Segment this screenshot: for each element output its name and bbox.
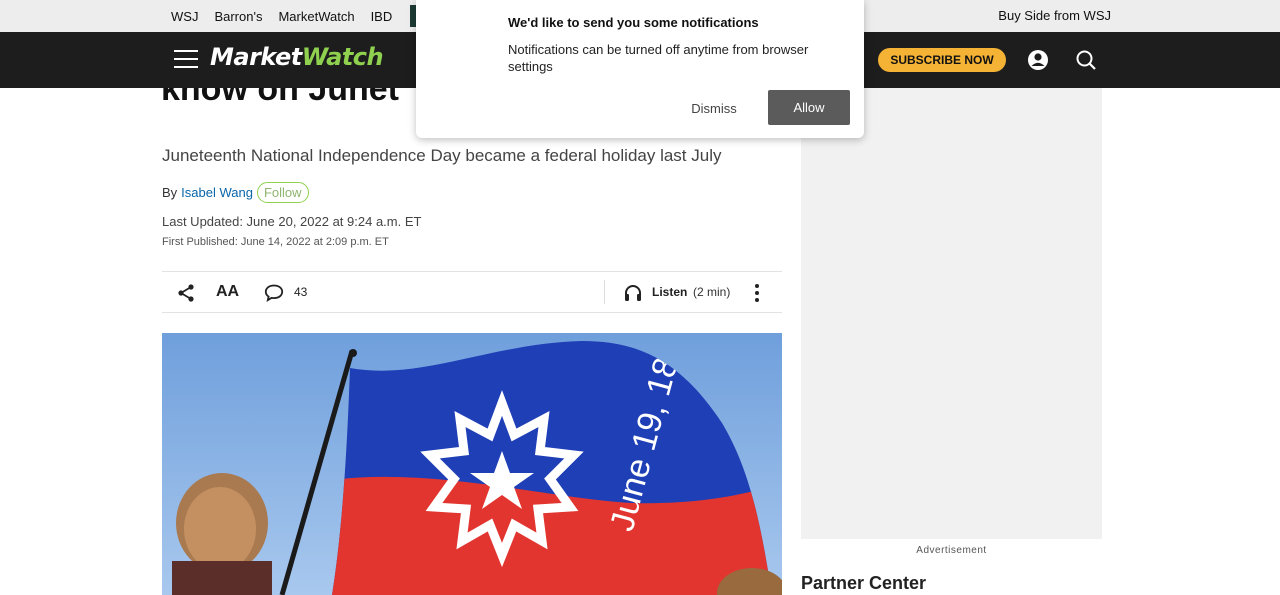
article-dek: Juneteenth National Independence Day bec… (162, 146, 722, 165)
author-link[interactable]: Isabel Wang (181, 185, 253, 200)
logo-watch: Watch (301, 43, 384, 71)
comment-count[interactable]: 43 (294, 285, 307, 299)
dismiss-button[interactable]: Dismiss (678, 91, 750, 125)
listen-duration: (2 min) (693, 285, 731, 299)
first-published-timestamp: First Published: June 14, 2022 at 2:09 p… (162, 236, 389, 248)
network-link-wsj[interactable]: WSJ (171, 9, 198, 24)
more-options-icon[interactable] (753, 283, 761, 303)
font-size-button[interactable]: AA (216, 283, 239, 301)
notification-prompt: We'd like to send you some notifications… (416, 0, 864, 138)
comment-icon[interactable] (264, 283, 284, 303)
partner-center-heading: Partner Center (801, 573, 927, 593)
notification-body: Notifications can be turned off anytime … (508, 42, 809, 74)
menu-icon[interactable] (174, 50, 198, 70)
logo-market: Market (210, 43, 302, 71)
allow-button[interactable]: Allow (768, 90, 850, 125)
last-updated-timestamp: Last Updated: June 20, 2022 at 9:24 a.m.… (162, 214, 422, 229)
network-link-ibd[interactable]: IBD (371, 9, 393, 24)
subscribe-button[interactable]: SUBSCRIBE NOW (878, 48, 1006, 72)
network-link-marketwatch[interactable]: MarketWatch (278, 9, 354, 24)
user-account-icon[interactable] (1027, 49, 1049, 71)
network-link-buy-side[interactable]: Buy Side from WSJ (998, 8, 1111, 23)
byline-prefix: By (162, 185, 178, 200)
headphones-icon[interactable] (623, 283, 643, 303)
network-link-barrons[interactable]: Barron's (214, 9, 262, 24)
toolbar-divider (604, 280, 605, 304)
follow-button[interactable]: Follow (256, 182, 309, 203)
juneteenth-flag-photo: June 19, 186 (162, 333, 782, 595)
marketwatch-logo[interactable]: MarketWatch (210, 43, 384, 71)
notification-title: We'd like to send you some notifications (508, 15, 759, 30)
share-icon[interactable] (176, 283, 196, 303)
advertisement-slot[interactable] (801, 88, 1102, 539)
search-icon[interactable] (1075, 49, 1097, 71)
article-toolbar: AA 43 Listen (2 min) (162, 271, 782, 313)
listen-button[interactable]: Listen (652, 285, 687, 299)
advertisement-label: Advertisement (916, 545, 987, 556)
network-links: WSJ Barron's MarketWatch IBD (171, 0, 421, 32)
byline: By Isabel Wang Follow (162, 182, 309, 203)
hero-image: June 19, 186 (162, 333, 782, 595)
